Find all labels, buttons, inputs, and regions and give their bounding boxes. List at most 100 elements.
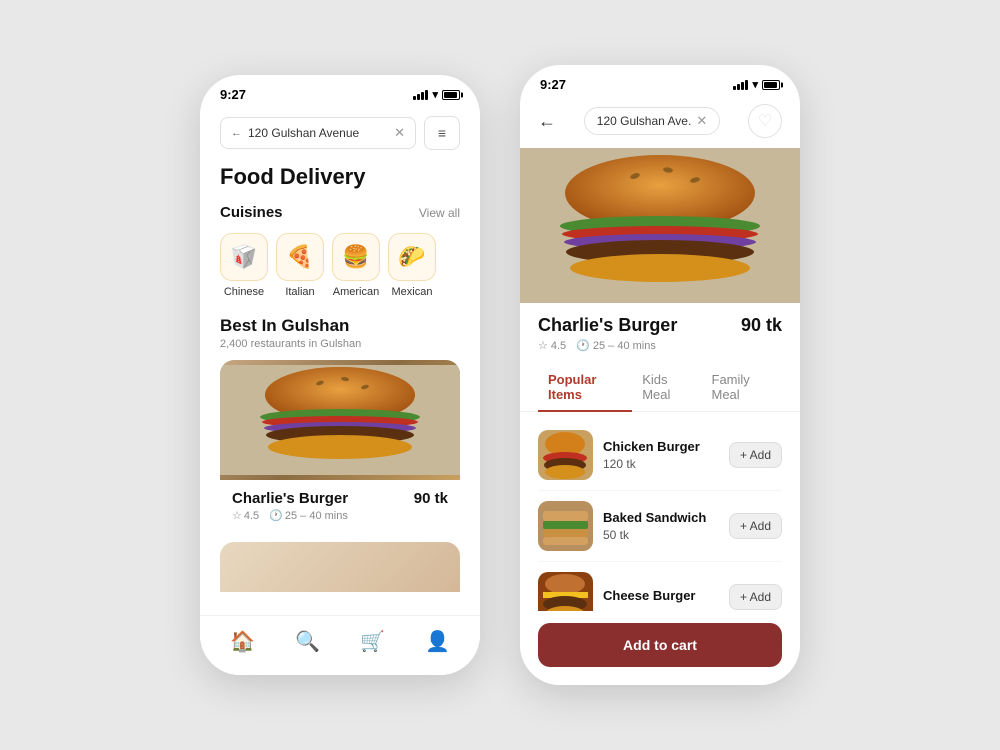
menu-tabs: Popular Items Kids Meal Family Meal: [520, 364, 800, 412]
filter-icon: ≡: [438, 125, 446, 141]
status-bar-right: 9:27 ▾: [520, 65, 800, 98]
baked-sandwich-name: Baked Sandwich: [603, 510, 719, 525]
profile-icon: 👤: [425, 629, 450, 654]
heart-icon: ♡: [758, 111, 772, 131]
nav-cart[interactable]: 🛒: [348, 623, 397, 660]
add-to-cart-button[interactable]: Add to cart: [538, 623, 782, 667]
top-bar: ← 120 Gulshan Ave. ✕ ♡: [520, 98, 800, 148]
mexican-icon-box: 🌮: [388, 233, 436, 281]
detail-time: 🕐 25 – 40 mins: [576, 339, 656, 352]
chicken-burger-price: 120 tk: [603, 457, 719, 471]
search-box[interactable]: ← 120 Gulshan Avenue ✕: [220, 117, 416, 149]
restaurant-price: 90 tk: [414, 490, 448, 507]
location-tag[interactable]: 120 Gulshan Ave. ✕: [584, 107, 720, 135]
menu-list: Chicken Burger 120 tk + Add: [520, 420, 800, 632]
signal-icon-right: [733, 80, 748, 90]
star-icon-detail: ☆: [538, 339, 548, 352]
filter-button[interactable]: ≡: [424, 116, 460, 150]
chicken-burger-info: Chicken Burger 120 tk: [603, 439, 719, 471]
search-value: 120 Gulshan Avenue: [248, 126, 359, 140]
restaurant-name: Charlie's Burger: [232, 490, 348, 507]
tab-kids-meal[interactable]: Kids Meal: [632, 364, 701, 412]
chicken-burger-name: Chicken Burger: [603, 439, 719, 454]
chinese-label: Chinese: [224, 286, 264, 298]
cuisine-chinese[interactable]: 🥡 Chinese: [220, 233, 268, 298]
clock-icon: 🕐: [269, 509, 283, 522]
back-button[interactable]: ←: [538, 111, 556, 132]
arrow-icon: ←: [231, 127, 242, 139]
star-icon: ☆: [232, 509, 242, 522]
nav-profile[interactable]: 👤: [413, 623, 462, 660]
right-phone: 9:27 ▾ ← 120 Gulshan Ave. ✕: [520, 65, 800, 685]
time-left: 9:27: [220, 87, 246, 102]
view-all-link[interactable]: View all: [419, 206, 460, 220]
signal-icon: [413, 90, 428, 100]
time-estimate: 🕐 25 – 40 mins: [269, 509, 348, 522]
partial-card: [220, 542, 460, 592]
detail-meta: ☆ 4.5 🕐 25 – 40 mins: [538, 339, 782, 352]
best-in-title: Best In Gulshan: [220, 316, 460, 336]
baked-sandwich-price: 50 tk: [603, 528, 719, 542]
restaurant-row: Charlie's Burger 90 tk: [232, 490, 448, 507]
rating-badge: ☆ 4.5: [232, 509, 259, 522]
bottom-nav: 🏠 🔍 🛒 👤: [200, 615, 480, 675]
detail-row: Charlie's Burger 90 tk: [538, 315, 782, 336]
page-title: Food Delivery: [220, 164, 460, 190]
cuisine-mexican[interactable]: 🌮 Mexican: [388, 233, 436, 298]
location-text: 120 Gulshan Ave.: [597, 114, 692, 128]
wifi-icon: ▾: [432, 88, 438, 101]
home-icon: 🏠: [230, 629, 255, 654]
clear-search-button[interactable]: ✕: [394, 125, 405, 141]
baked-sandwich-info: Baked Sandwich 50 tk: [603, 510, 719, 542]
detail-hero-image: [520, 148, 800, 303]
add-chicken-burger-button[interactable]: + Add: [729, 442, 782, 468]
cuisines-header: Cuisines View all: [220, 204, 460, 221]
restaurant-detail: Charlie's Burger 90 tk ☆ 4.5 🕐 25 – 40 m…: [520, 303, 800, 352]
favorite-button[interactable]: ♡: [748, 104, 782, 138]
american-label: American: [333, 286, 379, 298]
battery-icon: [442, 90, 460, 100]
search-icon: 🔍: [295, 629, 320, 654]
search-row: ← 120 Gulshan Avenue ✕ ≡: [220, 116, 460, 150]
detail-rating: ☆ 4.5: [538, 339, 566, 352]
american-icon-box: 🍔: [332, 233, 380, 281]
menu-item-chicken-burger: Chicken Burger 120 tk + Add: [538, 420, 782, 491]
chicken-burger-image: [538, 430, 593, 480]
detail-restaurant-name: Charlie's Burger: [538, 315, 677, 336]
detail-restaurant-price: 90 tk: [741, 315, 782, 336]
status-icons-right: ▾: [733, 78, 780, 91]
cuisine-american[interactable]: 🍔 American: [332, 233, 380, 298]
cheese-burger-name: Cheese Burger: [603, 588, 719, 603]
left-phone-content: ← 120 Gulshan Avenue ✕ ≡ Food Delivery C…: [200, 116, 480, 592]
close-location-button[interactable]: ✕: [696, 113, 707, 129]
clock-icon-detail: 🕐: [576, 339, 590, 352]
tab-popular-items[interactable]: Popular Items: [538, 364, 632, 412]
time-right: 9:27: [540, 77, 566, 92]
restaurant-meta: ☆ 4.5 🕐 25 – 40 mins: [232, 509, 448, 522]
wifi-icon-right: ▾: [752, 78, 758, 91]
baked-sandwich-image: [538, 501, 593, 551]
nav-search[interactable]: 🔍: [283, 623, 332, 660]
chinese-icon-box: 🥡: [220, 233, 268, 281]
status-bar-left: 9:27 ▾: [200, 75, 480, 108]
cuisines-label: Cuisines: [220, 204, 283, 221]
cuisine-grid: 🥡 Chinese 🍕 Italian 🍔 American 🌮 Mexican: [220, 233, 460, 298]
add-baked-sandwich-button[interactable]: + Add: [729, 513, 782, 539]
add-to-cart-bar: Add to cart: [520, 611, 800, 685]
cart-icon: 🛒: [360, 629, 385, 654]
restaurant-card-charlies[interactable]: Charlie's Burger 90 tk ☆ 4.5 🕐 25 – 40 m…: [220, 360, 460, 530]
italian-label: Italian: [285, 286, 314, 298]
restaurant-info: Charlie's Burger 90 tk ☆ 4.5 🕐 25 – 40 m…: [220, 480, 460, 530]
cuisine-italian[interactable]: 🍕 Italian: [276, 233, 324, 298]
menu-item-baked-sandwich: Baked Sandwich 50 tk + Add: [538, 491, 782, 562]
best-in-subtitle: 2,400 restaurants in Gulshan: [220, 338, 460, 350]
battery-icon-right: [762, 80, 780, 90]
status-icons-left: ▾: [413, 88, 460, 101]
add-cheese-burger-button[interactable]: + Add: [729, 584, 782, 610]
tab-family-meal[interactable]: Family Meal: [702, 364, 783, 412]
restaurant-hero-image: [220, 360, 460, 480]
left-phone: 9:27 ▾ ← 120 Gulshan Avenue: [200, 75, 480, 675]
italian-icon-box: 🍕: [276, 233, 324, 281]
nav-home[interactable]: 🏠: [218, 623, 267, 660]
mexican-label: Mexican: [392, 286, 433, 298]
